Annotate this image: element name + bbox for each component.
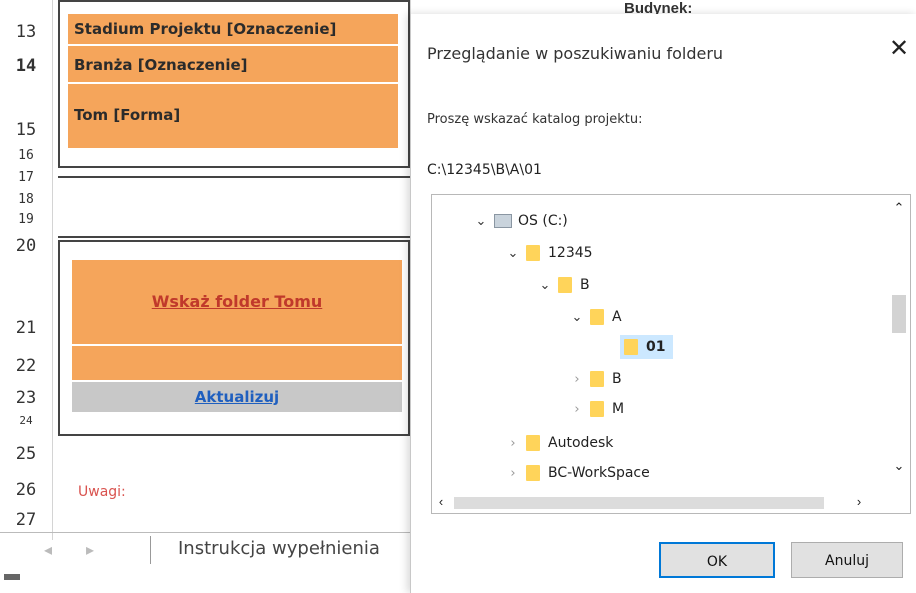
header-block: Stadium Projektu [Oznaczenie] Branża [Oz… <box>58 0 410 168</box>
divider <box>58 176 410 178</box>
tree-item-b2[interactable]: › B <box>568 367 622 391</box>
row-number[interactable]: 19 <box>0 212 52 227</box>
stadium-cell[interactable]: Stadium Projektu [Oznaczenie] <box>68 14 398 44</box>
folder-block: Wskaż folder Tomu Aktualizuj <box>58 240 410 436</box>
tree-item-label: 12345 <box>548 245 593 261</box>
branza-label: Branża [Oznaczenie] <box>74 56 248 74</box>
current-path: C:\12345\B\A\01 <box>427 162 542 178</box>
select-folder-link[interactable]: Wskaż folder Tomu <box>72 292 402 311</box>
scroll-down-icon[interactable]: ⌄ <box>890 457 908 475</box>
tree-item-label: 01 <box>646 339 666 355</box>
row-number[interactable]: 18 <box>0 192 52 207</box>
row-number[interactable]: 15 <box>0 120 52 140</box>
tree-item-label: M <box>612 401 625 417</box>
row-number[interactable]: 14 <box>0 56 52 76</box>
scroll-right-icon[interactable]: › <box>850 493 868 511</box>
divider <box>58 236 410 238</box>
ok-button[interactable]: OK <box>659 542 775 578</box>
folder-icon <box>526 435 540 451</box>
chevron-right-icon[interactable]: › <box>504 432 522 456</box>
row-number[interactable]: 24 <box>0 414 52 427</box>
tree-item-drive[interactable]: ⌄ OS (C:) <box>472 209 568 233</box>
chevron-down-icon[interactable]: ⌄ <box>504 242 522 266</box>
branza-cell[interactable]: Branża [Oznaczenie] <box>68 46 398 82</box>
tree-item-label: OS (C:) <box>518 213 568 229</box>
tom-cell[interactable]: Tom [Forma] <box>68 84 398 148</box>
folder-icon <box>526 465 540 481</box>
tree-item-autodesk[interactable]: › Autodesk <box>504 431 613 455</box>
chevron-down-icon[interactable]: ⌄ <box>536 274 554 298</box>
cancel-button[interactable]: Anuluj <box>791 542 903 578</box>
tree-item-b[interactable]: ⌄ B <box>536 273 590 297</box>
tree-item-m[interactable]: › M <box>568 397 624 421</box>
tom-label: Tom [Forma] <box>74 106 181 124</box>
chevron-down-icon[interactable]: ⌄ <box>568 306 586 330</box>
horizontal-scrollbar[interactable]: ‹ › <box>432 493 890 511</box>
row-number[interactable]: 13 <box>0 22 52 42</box>
row-number[interactable]: 16 <box>0 148 52 163</box>
row-number[interactable]: 27 <box>0 510 52 530</box>
row-number[interactable]: 22 <box>0 356 52 376</box>
scroll-thumb[interactable] <box>454 497 824 509</box>
tree-item-12345[interactable]: ⌄ 12345 <box>504 241 593 265</box>
drive-icon <box>494 214 512 228</box>
dialog-title: Przeglądanie w poszukiwaniu folderu <box>427 44 724 63</box>
tab-scroll-left-icon[interactable]: ◂ <box>44 540 52 560</box>
row-number[interactable]: 21 <box>0 318 52 338</box>
update-link[interactable]: Aktualizuj <box>72 388 402 406</box>
row-number[interactable]: 20 <box>0 236 52 256</box>
update-button-cell[interactable]: Aktualizuj <box>72 382 402 412</box>
row-number[interactable]: 26 <box>0 480 52 500</box>
status-icon <box>4 574 20 580</box>
tree-item-label: BC-WorkSpace <box>548 465 650 481</box>
chevron-right-icon[interactable]: › <box>568 398 586 422</box>
folder-icon <box>590 371 604 387</box>
folder-icon <box>590 309 604 325</box>
folder-tree[interactable]: ⌄ OS (C:) ⌄ 12345 ⌄ B ⌄ A 01 › B › M › Autodesk… <box>431 194 911 514</box>
column-line <box>52 0 53 540</box>
tree-item-label: B <box>612 371 622 387</box>
chevron-down-icon[interactable]: ⌄ <box>472 210 490 234</box>
tree-item-label: A <box>612 309 622 325</box>
folder-icon <box>590 401 604 417</box>
tree-item-label: B <box>580 277 590 293</box>
empty-orange-cell[interactable] <box>72 346 402 380</box>
scroll-up-icon[interactable]: ⌃ <box>890 199 908 217</box>
chevron-right-icon[interactable]: › <box>504 462 522 486</box>
notes-label: Uwagi: <box>78 484 126 500</box>
scroll-thumb[interactable] <box>892 295 906 333</box>
tree-item-01[interactable]: 01 <box>620 335 674 359</box>
tab-scroll-right-icon[interactable]: ▸ <box>86 540 94 560</box>
divider <box>0 532 410 533</box>
dialog-prompt: Proszę wskazać katalog projektu: <box>427 112 643 127</box>
tree-item-bc-workspace[interactable]: › BC-WorkSpace <box>504 461 650 485</box>
row-number[interactable]: 25 <box>0 444 52 464</box>
folder-link-cell[interactable]: Wskaż folder Tomu <box>72 260 402 344</box>
tree-item-label: Autodesk <box>548 435 614 451</box>
sheet-tab-instrukcja[interactable]: Instrukcja wypełnienia <box>178 538 380 559</box>
stadium-label: Stadium Projektu [Oznaczenie] <box>74 20 337 38</box>
row-number[interactable]: 17 <box>0 170 52 185</box>
folder-icon <box>624 339 638 355</box>
close-icon[interactable]: ✕ <box>884 34 914 64</box>
row-number[interactable]: 23 <box>0 388 52 408</box>
tree-item-a[interactable]: ⌄ A <box>568 305 622 329</box>
vertical-scrollbar[interactable]: ⌃ ⌄ <box>890 195 908 511</box>
folder-icon <box>558 277 572 293</box>
divider <box>150 536 151 564</box>
scroll-left-icon[interactable]: ‹ <box>432 493 450 511</box>
browse-folder-dialog: Przeglądanie w poszukiwaniu folderu ✕ Pr… <box>410 14 916 593</box>
chevron-right-icon[interactable]: › <box>568 368 586 392</box>
folder-icon <box>526 245 540 261</box>
